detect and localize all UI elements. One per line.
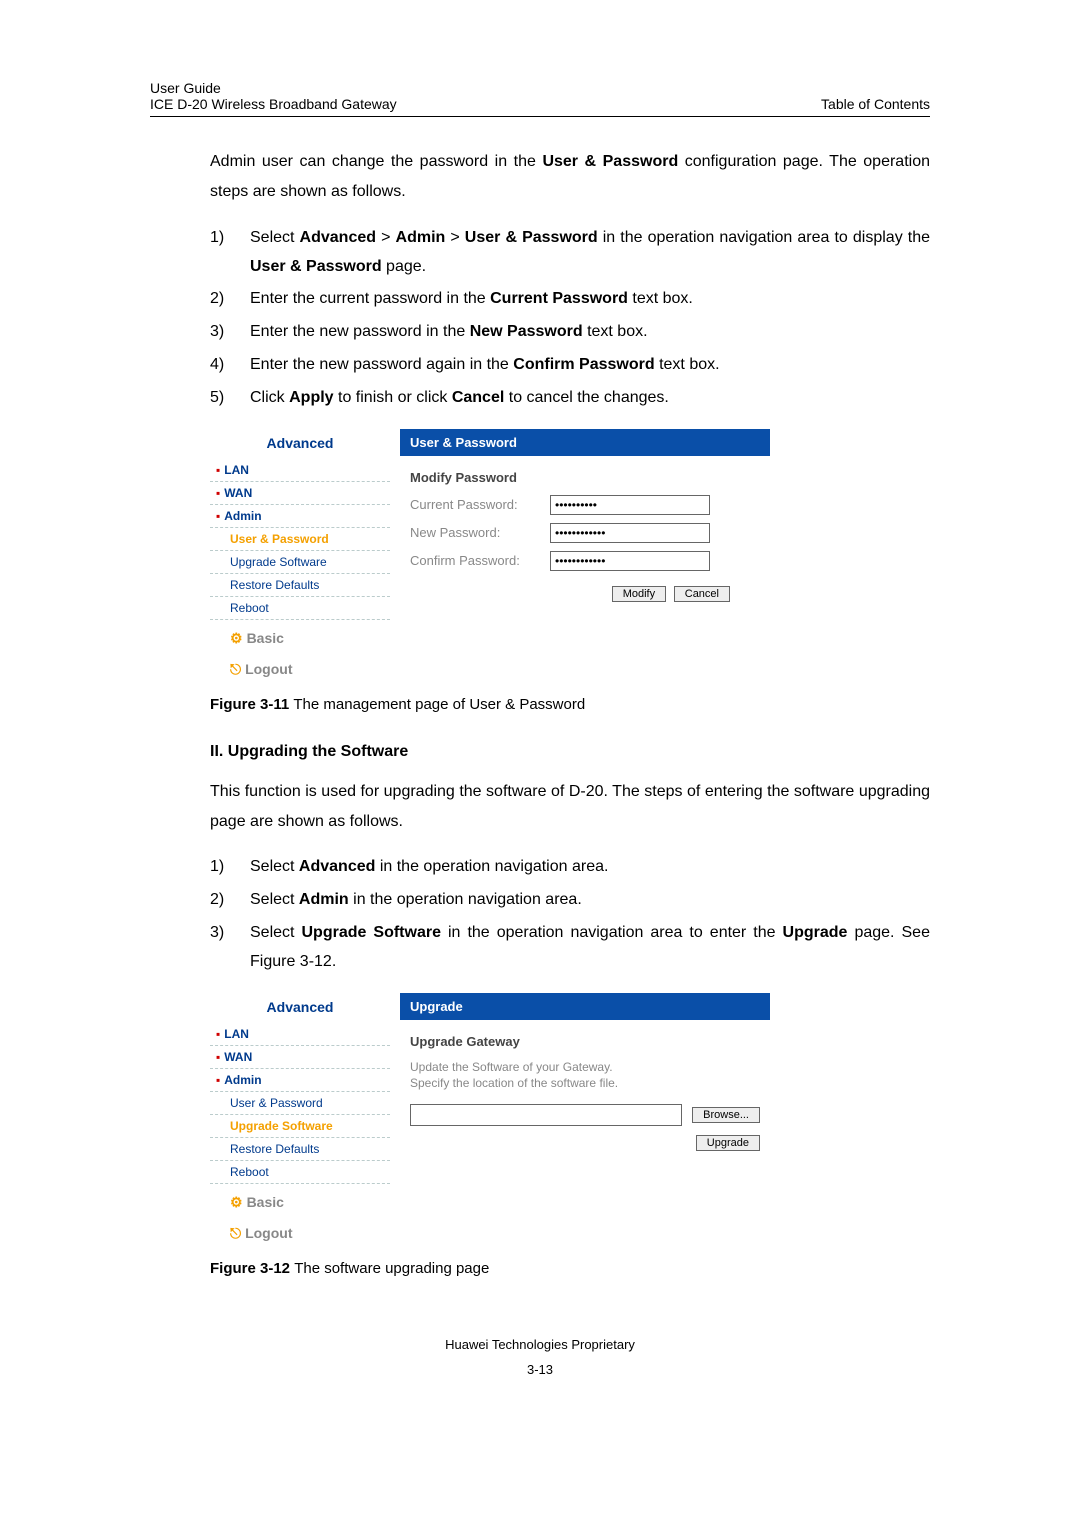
bullet-icon: ▪ — [216, 1027, 220, 1041]
nav-sidebar: Advanced ▪LAN ▪WAN ▪Admin User & Passwor… — [210, 993, 390, 1246]
panel-header-bar: Upgrade — [400, 993, 770, 1020]
nav-lan[interactable]: ▪LAN — [210, 1023, 390, 1046]
step-item: 1)Select Advanced > Admin > User & Passw… — [210, 224, 930, 282]
cancel-button[interactable]: Cancel — [674, 586, 730, 602]
nav-basic[interactable]: ⚙Basic — [210, 620, 390, 651]
step-number: 4) — [210, 351, 250, 380]
panel-header-bar: User & Password — [400, 429, 770, 456]
step-number: 1) — [210, 224, 250, 282]
step-text: Select Admin in the operation navigation… — [250, 886, 930, 915]
steps-list-2: 1)Select Advanced in the operation navig… — [210, 853, 930, 976]
nav-title: Advanced — [210, 993, 390, 1023]
steps-list-1: 1)Select Advanced > Admin > User & Passw… — [210, 224, 930, 413]
intro-paragraph: Admin user can change the password in th… — [210, 147, 930, 208]
section-2-paragraph: This function is used for upgrading the … — [210, 777, 930, 838]
header-right: Table of Contents — [821, 96, 930, 112]
step-number: 5) — [210, 384, 250, 413]
footer-text: Huawei Technologies Proprietary — [150, 1337, 930, 1352]
nav-restore-defaults[interactable]: Restore Defaults — [210, 1138, 390, 1161]
bullet-icon: ▪ — [216, 486, 220, 500]
step-text: Select Advanced > Admin > User & Passwor… — [250, 224, 930, 282]
step-item: 3)Select Upgrade Software in the operati… — [210, 919, 930, 977]
figure-3-11-caption: Figure 3-11 The management page of User … — [210, 696, 930, 713]
bullet-icon: ▪ — [216, 509, 220, 523]
new-password-input[interactable] — [550, 523, 710, 543]
panel-desc-line1: Update the Software of your Gateway. — [410, 1059, 760, 1076]
step-text: Enter the new password again in the Conf… — [250, 351, 930, 380]
gear-icon: ⚙ — [230, 1194, 243, 1210]
nav-sidebar: Advanced ▪LAN ▪WAN ▪Admin User & Passwor… — [210, 429, 390, 682]
panel-title: Upgrade Gateway — [410, 1034, 760, 1049]
nav-upgrade-software[interactable]: Upgrade Software — [210, 551, 390, 574]
step-number: 1) — [210, 853, 250, 882]
step-text: Select Upgrade Software in the operation… — [250, 919, 930, 977]
nav-admin[interactable]: ▪Admin — [210, 1069, 390, 1092]
page-header: User Guide ICE D-20 Wireless Broadband G… — [150, 80, 930, 112]
step-text: Enter the new password in the New Passwo… — [250, 318, 930, 347]
step-number: 2) — [210, 886, 250, 915]
nav-basic[interactable]: ⚙Basic — [210, 1184, 390, 1215]
bullet-icon: ▪ — [216, 1073, 220, 1087]
logout-icon: ⎋ — [230, 661, 241, 677]
page-footer: Huawei Technologies Proprietary 3-13 — [150, 1337, 930, 1377]
step-item: 3)Enter the new password in the New Pass… — [210, 318, 930, 347]
nav-admin[interactable]: ▪Admin — [210, 505, 390, 528]
browse-button[interactable]: Browse... — [692, 1107, 760, 1123]
panel-desc-line2: Specify the location of the software fil… — [410, 1075, 760, 1092]
upgrade-button[interactable]: Upgrade — [696, 1135, 760, 1151]
nav-user-password[interactable]: User & Password — [210, 1092, 390, 1115]
nav-restore-defaults[interactable]: Restore Defaults — [210, 574, 390, 597]
step-text: Select Advanced in the operation navigat… — [250, 853, 930, 882]
page-number: 3-13 — [150, 1362, 930, 1377]
step-number: 2) — [210, 285, 250, 314]
confirm-password-input[interactable] — [550, 551, 710, 571]
logout-icon: ⎋ — [230, 1225, 241, 1241]
nav-reboot[interactable]: Reboot — [210, 1161, 390, 1184]
step-number: 3) — [210, 318, 250, 347]
step-number: 3) — [210, 919, 250, 977]
section-2-heading: II. Upgrading the Software — [210, 743, 930, 761]
label-new-password: New Password: — [410, 525, 550, 540]
nav-wan[interactable]: ▪WAN — [210, 482, 390, 505]
step-item: 5)Click Apply to finish or click Cancel … — [210, 384, 930, 413]
nav-title: Advanced — [210, 429, 390, 459]
label-current-password: Current Password: — [410, 497, 550, 512]
step-item: 2)Select Admin in the operation navigati… — [210, 886, 930, 915]
nav-wan[interactable]: ▪WAN — [210, 1046, 390, 1069]
bullet-icon: ▪ — [216, 1050, 220, 1064]
figure-3-12-caption: Figure 3-12 The software upgrading page — [210, 1260, 930, 1277]
nav-reboot[interactable]: Reboot — [210, 597, 390, 620]
bullet-icon: ▪ — [216, 463, 220, 477]
step-text: Enter the current password in the Curren… — [250, 285, 930, 314]
step-item: 4)Enter the new password again in the Co… — [210, 351, 930, 380]
header-subtitle: ICE D-20 Wireless Broadband Gateway — [150, 96, 397, 112]
nav-user-password[interactable]: User & Password — [210, 528, 390, 551]
step-item: 1)Select Advanced in the operation navig… — [210, 853, 930, 882]
current-password-input[interactable] — [550, 495, 710, 515]
file-path-input[interactable] — [410, 1104, 682, 1126]
nav-upgrade-software[interactable]: Upgrade Software — [210, 1115, 390, 1138]
modify-button[interactable]: Modify — [612, 586, 666, 602]
screenshot-upgrade: Advanced ▪LAN ▪WAN ▪Admin User & Passwor… — [210, 993, 770, 1246]
panel-title: Modify Password — [410, 470, 760, 485]
header-title: User Guide — [150, 80, 397, 96]
screenshot-user-password: Advanced ▪LAN ▪WAN ▪Admin User & Passwor… — [210, 429, 770, 682]
header-rule — [150, 116, 930, 117]
nav-lan[interactable]: ▪LAN — [210, 459, 390, 482]
gear-icon: ⚙ — [230, 630, 243, 646]
step-item: 2)Enter the current password in the Curr… — [210, 285, 930, 314]
label-confirm-password: Confirm Password: — [410, 553, 550, 568]
nav-logout[interactable]: ⎋Logout — [210, 1215, 390, 1246]
step-text: Click Apply to finish or click Cancel to… — [250, 384, 930, 413]
nav-logout[interactable]: ⎋Logout — [210, 651, 390, 682]
